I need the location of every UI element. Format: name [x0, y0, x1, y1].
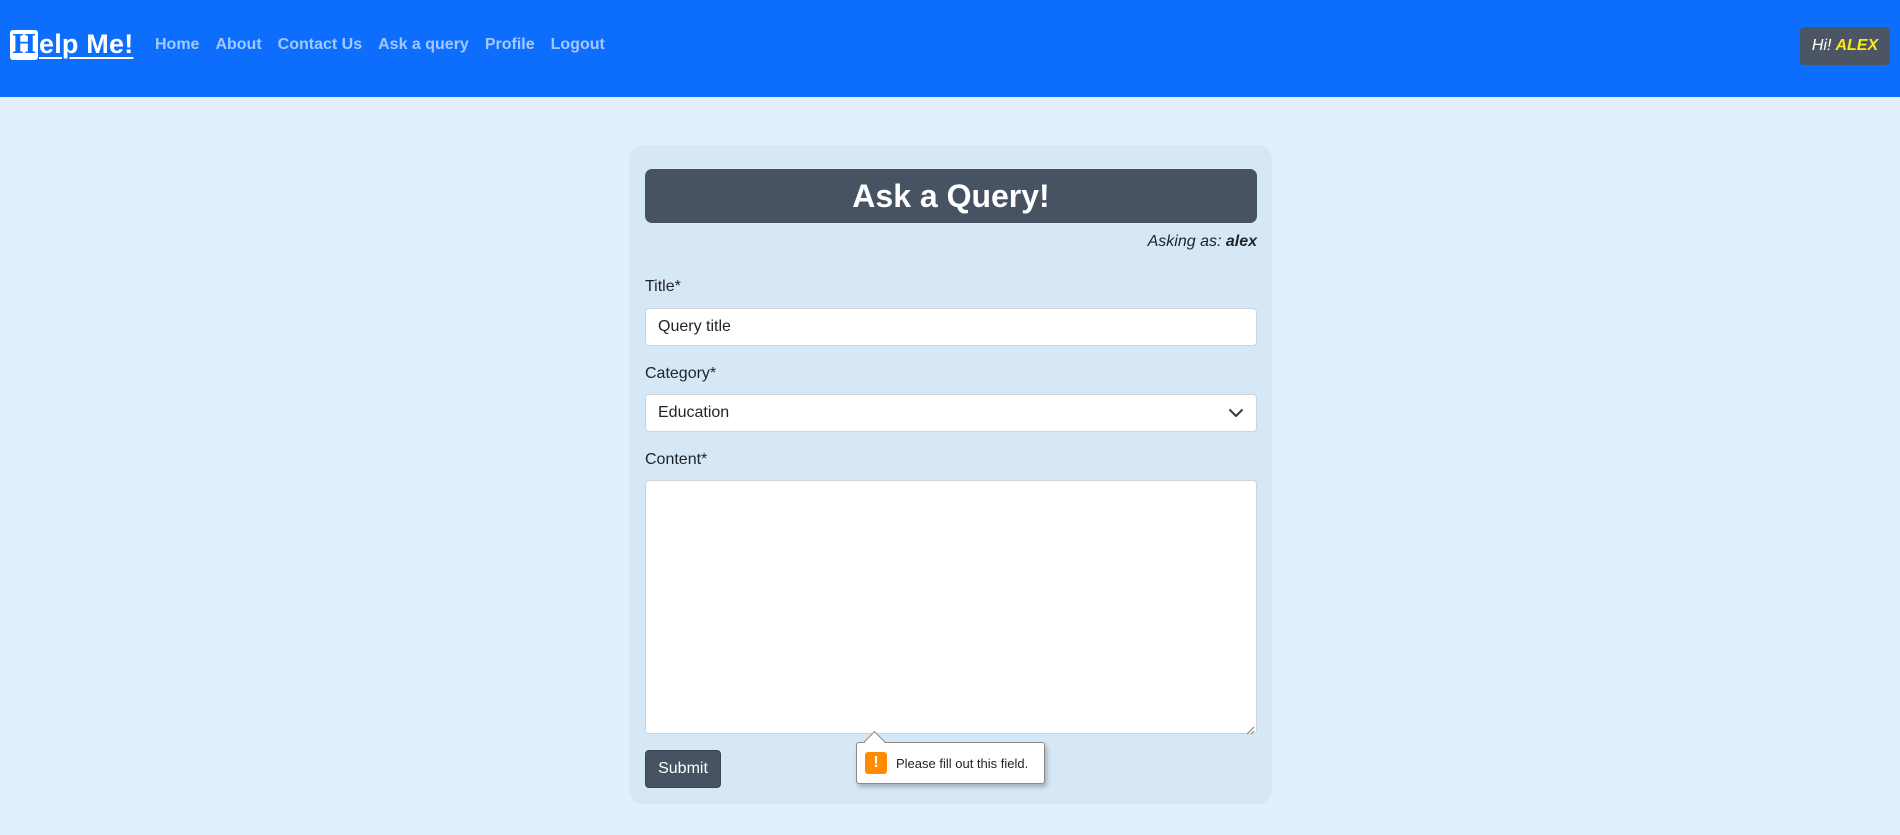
nav-link-ask-a-query[interactable]: Ask a query	[378, 36, 469, 54]
title-input[interactable]	[645, 308, 1257, 346]
validation-message: Please fill out this field.	[896, 755, 1029, 771]
asking-as-line: Asking as: alex	[1148, 233, 1257, 251]
resize-grip-icon[interactable]	[1245, 722, 1255, 735]
category-select[interactable]: Education	[645, 394, 1257, 432]
brand-logo-link[interactable]: H elp Me!	[10, 29, 133, 60]
asking-as-user: alex	[1225, 233, 1257, 250]
brand-logo-icon: H	[10, 29, 38, 60]
submit-button[interactable]: Submit	[645, 750, 721, 788]
brand-name: elp Me!	[39, 29, 134, 59]
chevron-down-icon	[1228, 405, 1244, 421]
content-label: Content*	[645, 451, 708, 468]
category-label: Category*	[645, 365, 717, 382]
nav-link-about[interactable]: About	[215, 36, 261, 54]
user-name: ALEX	[1835, 37, 1879, 54]
ask-query-card: Ask a Query! Asking as: alex Title* Cate…	[629, 145, 1272, 804]
greeting-text: Hi!	[1811, 37, 1832, 54]
category-selected-value: Education	[658, 404, 730, 421]
asking-as-label: Asking as:	[1147, 233, 1222, 250]
page-title: Ask a Query!	[645, 169, 1257, 223]
title-label: Title*	[645, 278, 681, 295]
content-textarea[interactable]	[645, 480, 1257, 734]
nav-link-logout[interactable]: Logout	[551, 36, 605, 54]
nav-link-home[interactable]: Home	[155, 36, 199, 54]
warning-icon: !	[865, 752, 887, 774]
nav-links: Home About Contact Us Ask a query Profil…	[155, 36, 621, 54]
nav-link-profile[interactable]: Profile	[485, 36, 535, 54]
validation-tooltip: ! Please fill out this field.	[856, 730, 1045, 784]
nav-link-contact-us[interactable]: Contact Us	[278, 36, 362, 54]
user-greeting-badge[interactable]: Hi! ALEX	[1800, 27, 1890, 65]
top-navbar: H elp Me! Home About Contact Us Ask a qu…	[0, 0, 1900, 97]
